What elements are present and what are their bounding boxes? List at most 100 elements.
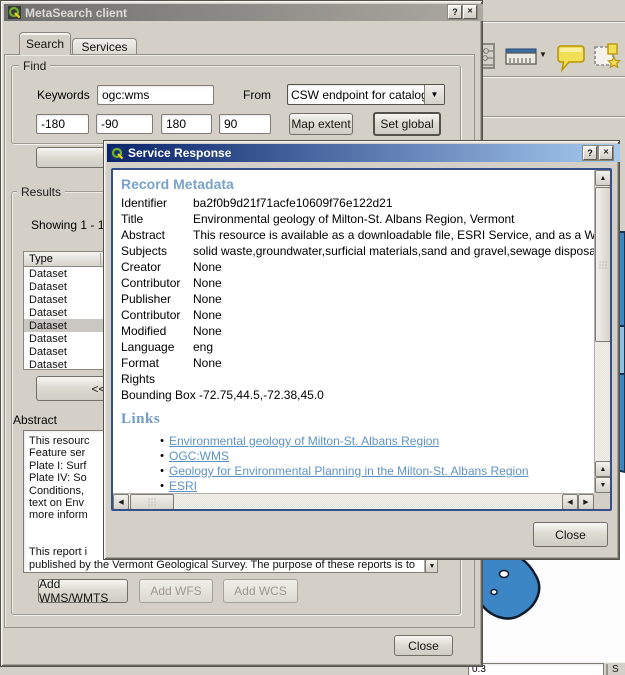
record-link[interactable]: Environmental geology of Milton-St. Alba… [169, 434, 439, 448]
scroll-down-button[interactable]: ▼ [595, 477, 611, 493]
arrow-left-icon: ◀ [567, 498, 572, 506]
bbox-xmin-input[interactable]: -180 [36, 114, 89, 134]
dialog-close-button[interactable]: Close [533, 522, 608, 547]
add-wms-button[interactable]: Add WMS/WMTS [38, 579, 128, 603]
scale-label-fragment: S [612, 664, 619, 675]
field-label: Contributor [121, 276, 193, 290]
text-annotation-icon[interactable] [557, 43, 585, 73]
field-value: None [193, 260, 222, 274]
record-metadata-panel[interactable]: Record Metadata Identifierba2f0b9d21f71a… [111, 168, 612, 511]
record-link[interactable]: ESRI [169, 479, 197, 493]
metadata-row: Rights [121, 371, 610, 387]
metadata-row: ModifiedNone [121, 323, 610, 339]
add-wfs-label: Add WFS [150, 584, 201, 598]
from-combobox[interactable]: CSW endpoint for catalog.d ▼ [287, 84, 445, 105]
scroll-up-button[interactable]: ▲ [595, 170, 611, 186]
field-value: This resource is available as a download… [193, 228, 612, 242]
scroll-down-button[interactable]: ▼ [425, 559, 438, 573]
from-combobox-value: CSW endpoint for catalog.d [288, 88, 424, 102]
link-item: •Environmental geology of Milton-St. Alb… [157, 433, 610, 448]
toolbar-separator [479, 116, 625, 117]
metasearch-title: MetaSearch client [25, 6, 127, 20]
bbox-ymin-value: -90 [101, 117, 118, 131]
add-wms-label: Add WMS/WMTS [39, 577, 127, 605]
record-link[interactable]: Geology for Environmental Planning in th… [169, 464, 529, 478]
results-legend: Results [17, 185, 65, 199]
service-response-titlebar[interactable]: Service Response ? ✕ [107, 144, 620, 162]
scroll-right-button[interactable]: ▶ [578, 494, 594, 510]
coordinate-box[interactable]: 0.3 [468, 663, 604, 675]
scroll-left-button[interactable]: ◀ [113, 494, 129, 510]
metadata-row: Languageeng [121, 339, 610, 355]
bbox-ymin-input[interactable]: -90 [96, 114, 153, 134]
bullet-icon: • [157, 435, 167, 447]
toolbar-separator [479, 76, 625, 77]
field-label: Identifier [121, 196, 193, 210]
metadata-row: Identifierba2f0b9d21f71acfe10609f76e122d… [121, 195, 610, 211]
field-value: None [193, 308, 222, 322]
map-extent-label: Map extent [291, 117, 350, 131]
from-label: From [243, 88, 271, 102]
scroll-left-button-secondary[interactable]: ◀ [562, 494, 578, 510]
field-value: Environmental geology of Milton-St. Alba… [193, 212, 515, 226]
dialog-close-window-button[interactable]: ✕ [599, 146, 613, 160]
bbox-ymax-value: 90 [224, 117, 237, 131]
set-global-button[interactable]: Set global [373, 112, 441, 136]
field-value: eng [193, 340, 213, 354]
set-global-label: Set global [380, 117, 433, 131]
field-label: Modified [121, 324, 193, 338]
arrow-down-icon: ▼ [600, 482, 607, 489]
arrow-left-icon: ◀ [118, 498, 123, 506]
field-label: Abstract [121, 228, 193, 242]
add-wfs-button[interactable]: Add WFS [139, 579, 213, 603]
keywords-label: Keywords [37, 88, 90, 102]
metasearch-close-label: Close [408, 639, 439, 653]
from-combobox-arrow-button[interactable]: ▼ [424, 85, 444, 104]
metadata-row: PublisherNone [121, 291, 610, 307]
vertical-scrollbar[interactable]: ▲ ▲ ▼ [594, 170, 611, 493]
field-value: None [193, 356, 222, 370]
bbox-xmin-value: -180 [41, 117, 65, 131]
keywords-input[interactable]: ogc:wms [97, 85, 214, 105]
showing-text: Showing 1 - 1 [31, 218, 104, 232]
metasearch-close-window-button[interactable]: ✕ [463, 5, 477, 19]
measure-icon[interactable] [505, 46, 537, 68]
add-wcs-label: Add WCS [234, 584, 287, 598]
bbox-xmax-input[interactable]: 180 [161, 114, 212, 134]
metadata-row: Subjectssolid waste,groundwater,surficia… [121, 243, 610, 259]
field-label: Contributor [121, 308, 193, 322]
bullet-icon: • [157, 465, 167, 477]
metadata-row: TitleEnvironmental geology of Milton-St.… [121, 211, 610, 227]
horizontal-scroll-thumb[interactable] [130, 494, 174, 510]
measure-dropdown-arrow[interactable]: ▼ [539, 50, 547, 59]
dialog-help-button[interactable]: ? [583, 146, 597, 160]
arrow-up-icon: ▲ [600, 175, 607, 182]
toolbar-separator [479, 21, 625, 22]
new-bookmark-icon[interactable] [593, 43, 621, 71]
arrow-down-icon: ▼ [429, 563, 436, 570]
metasearch-close-button[interactable]: Close [394, 635, 453, 656]
map-extent-button[interactable]: Map extent [289, 113, 353, 135]
metasearch-titlebar[interactable]: MetaSearch client ? ✕ [4, 4, 483, 21]
metadata-row: ContributorNone [121, 275, 610, 291]
chevron-down-icon: ▼ [431, 90, 439, 99]
field-label: Title [121, 212, 193, 226]
qgis-icon [8, 6, 21, 19]
scroll-up-button-secondary[interactable]: ▲ [595, 461, 611, 477]
vertical-scroll-thumb[interactable] [595, 187, 611, 342]
tab-search[interactable]: Search [19, 32, 71, 55]
add-wcs-button[interactable]: Add WCS [223, 579, 298, 603]
record-link[interactable]: OGC:WMS [169, 449, 229, 463]
bbox-ymax-input[interactable]: 90 [219, 114, 271, 134]
metasearch-help-button[interactable]: ? [448, 5, 462, 19]
field-value: None [193, 324, 222, 338]
abstract-line: published by the Vermont Geological Surv… [29, 559, 422, 571]
field-value: solid waste,groundwater,surficial materi… [193, 244, 612, 258]
tab-services[interactable]: Services [72, 38, 137, 55]
horizontal-scrollbar[interactable]: ◀ ◀ ▶ [113, 493, 594, 510]
tab-services-label: Services [81, 40, 127, 54]
bbox-xmax-value: 180 [166, 117, 186, 131]
keywords-value: ogc:wms [102, 88, 149, 102]
tab-search-label: Search [26, 37, 64, 51]
field-label: Format [121, 356, 193, 370]
